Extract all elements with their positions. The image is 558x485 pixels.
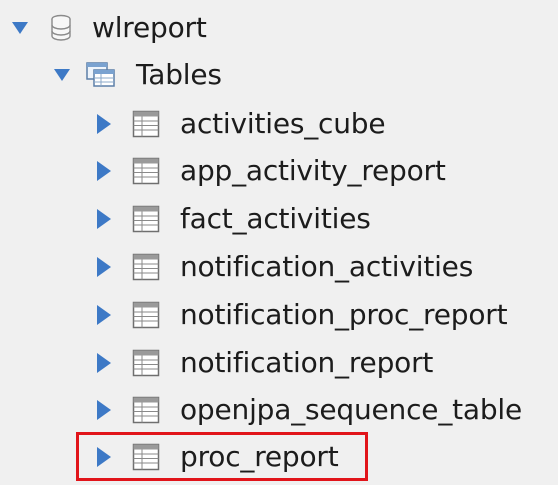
table-node-notification-proc-report[interactable]: notification_proc_report <box>94 295 508 335</box>
tree-node-tables[interactable]: Tables <box>52 55 222 95</box>
expand-arrow-icon[interactable] <box>94 400 114 420</box>
collapse-arrow-icon[interactable] <box>52 65 72 85</box>
table-node-activities-cube[interactable]: activities_cube <box>94 104 386 144</box>
table-node-label: proc_report <box>180 440 339 473</box>
table-node-label: notification_activities <box>180 250 474 283</box>
collapse-arrow-icon[interactable] <box>10 18 30 38</box>
expand-arrow-icon[interactable] <box>94 305 114 325</box>
table-node-label: openjpa_sequence_table <box>180 393 523 426</box>
tables-folder-icon <box>86 62 116 88</box>
table-icon <box>132 396 160 424</box>
table-node-notification-activities[interactable]: notification_activities <box>94 247 473 287</box>
table-node-label: activities_cube <box>180 107 386 140</box>
table-icon <box>132 253 160 281</box>
table-node-fact-activities[interactable]: fact_activities <box>94 199 371 239</box>
expand-arrow-icon[interactable] <box>94 161 114 181</box>
database-icon <box>50 14 72 42</box>
table-icon <box>132 443 160 471</box>
table-node-label: app_activity_report <box>180 154 446 187</box>
table-node-label: notification_report <box>180 346 434 379</box>
table-node-openjpa-sequence-table[interactable]: openjpa_sequence_table <box>94 390 522 430</box>
database-tree: wlreport Tables activities_cube app_acti… <box>0 0 558 485</box>
table-icon <box>132 110 160 138</box>
expand-arrow-icon[interactable] <box>94 257 114 277</box>
table-node-app-activity-report[interactable]: app_activity_report <box>94 151 446 191</box>
table-node-label: fact_activities <box>180 202 371 235</box>
tree-node-label: wlreport <box>92 11 207 44</box>
table-icon <box>132 205 160 233</box>
expand-arrow-icon[interactable] <box>94 114 114 134</box>
tree-node-wlreport[interactable]: wlreport <box>10 8 207 48</box>
table-icon <box>132 349 160 377</box>
table-node-label: notification_proc_report <box>180 298 508 331</box>
tree-node-label: Tables <box>136 58 222 91</box>
table-node-notification-report[interactable]: notification_report <box>94 343 433 383</box>
expand-arrow-icon[interactable] <box>94 209 114 229</box>
table-node-proc-report[interactable]: proc_report <box>94 437 339 477</box>
expand-arrow-icon[interactable] <box>94 447 114 467</box>
table-icon <box>132 157 160 185</box>
table-icon <box>132 301 160 329</box>
expand-arrow-icon[interactable] <box>94 353 114 373</box>
